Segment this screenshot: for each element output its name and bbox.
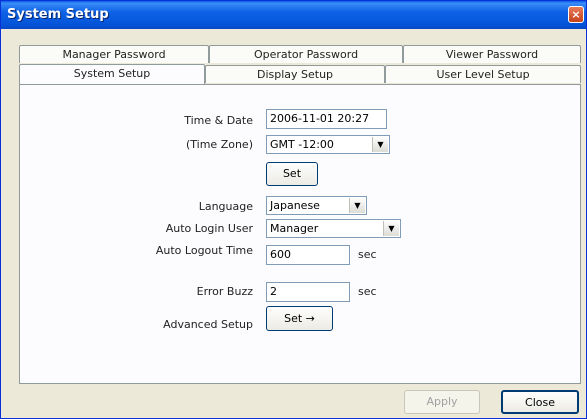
window-title: System Setup: [7, 7, 109, 22]
set-time-button[interactable]: Set: [266, 162, 318, 186]
time-zone-select[interactable]: GMT -12:00 ▼: [266, 135, 390, 154]
tab-user-level-setup[interactable]: User Level Setup: [385, 65, 581, 83]
error-buzz-label: Error Buzz: [196, 285, 253, 298]
auto-login-value: Manager: [270, 222, 319, 235]
chevron-down-icon[interactable]: ▼: [383, 221, 399, 236]
tab-operator-password[interactable]: Operator Password: [209, 45, 403, 63]
tab-manager-password[interactable]: Manager Password: [19, 45, 209, 63]
window-close-icon[interactable]: ×: [568, 6, 584, 23]
time-zone-value: GMT -12:00: [270, 138, 334, 151]
auto-logout-label: Auto Logout Time: [155, 244, 253, 257]
language-select[interactable]: Japanese ▼: [266, 196, 367, 215]
system-setup-window: System Setup × Manager Password Operator…: [0, 0, 587, 419]
advanced-setup-button[interactable]: Set →: [266, 306, 333, 331]
error-buzz-field[interactable]: 2: [266, 282, 350, 302]
time-zone-label: (Time Zone): [185, 138, 253, 151]
chevron-down-icon[interactable]: ▼: [372, 137, 388, 152]
chevron-down-icon[interactable]: ▼: [349, 198, 365, 213]
auto-login-select[interactable]: Manager ▼: [266, 219, 401, 238]
auto-logout-unit: sec: [358, 248, 377, 261]
language-label: Language: [198, 200, 253, 213]
close-button[interactable]: Close: [501, 390, 579, 414]
tab-system-setup[interactable]: System Setup: [19, 64, 205, 84]
advanced-setup-label: Advanced Setup: [163, 318, 253, 331]
auto-login-label: Auto Login User: [165, 222, 253, 235]
auto-logout-field[interactable]: 600: [266, 245, 350, 265]
tab-viewer-password[interactable]: Viewer Password: [403, 45, 581, 63]
apply-button[interactable]: Apply: [404, 390, 480, 414]
error-buzz-unit: sec: [358, 285, 377, 298]
title-bar[interactable]: System Setup ×: [1, 1, 586, 29]
time-date-label: Time & Date: [184, 114, 253, 127]
time-date-field[interactable]: 2006-11-01 20:27: [266, 109, 387, 129]
tab-display-setup[interactable]: Display Setup: [205, 65, 385, 83]
language-value: Japanese: [270, 199, 320, 212]
